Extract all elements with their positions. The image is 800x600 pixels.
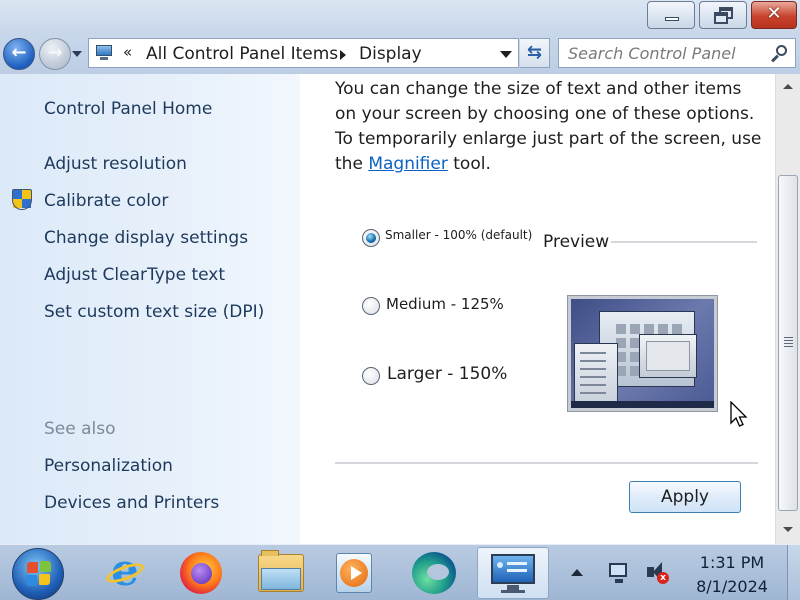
taskbar-edge[interactable] [400, 547, 470, 599]
breadcrumb-display[interactable]: Display [359, 44, 422, 64]
scroll-up-button[interactable] [776, 74, 800, 101]
left-navigation-pane: Control Panel Home Adjust resolution Cal… [0, 74, 300, 544]
vertical-scrollbar[interactable] [775, 74, 800, 544]
preview-taskbar [571, 401, 714, 408]
network-icon[interactable] [609, 563, 633, 585]
media-player-icon [336, 553, 372, 593]
radio-smaller[interactable] [362, 229, 380, 247]
start-button[interactable] [12, 548, 64, 600]
restore-icon-front [714, 12, 728, 24]
restore-button[interactable] [699, 1, 747, 29]
internet-explorer-icon: e [103, 545, 147, 596]
change-display-settings-link[interactable]: Change display settings [44, 228, 248, 248]
folder-icon [258, 550, 304, 592]
display-content-pane: You can change the size of text and othe… [300, 74, 775, 544]
apply-button[interactable]: Apply [629, 481, 741, 513]
intro-paragraph: You can change the size of text and othe… [335, 77, 765, 177]
taskbar-internet-explorer[interactable]: e [90, 545, 160, 599]
clock-date[interactable]: 8/1/2024 [690, 577, 774, 596]
close-icon: ✕ [766, 3, 782, 24]
control-panel-icon [94, 44, 114, 62]
address-overflow-chevron[interactable]: « [123, 43, 132, 61]
see-also-heading: See also [44, 419, 116, 439]
back-arrow-icon: ← [11, 42, 27, 63]
show-hidden-icons-icon[interactable] [571, 569, 583, 576]
show-desktop-button[interactable] [787, 545, 800, 600]
taskbar-firefox[interactable] [167, 547, 237, 599]
preview-window-front [639, 334, 697, 378]
back-button[interactable]: ← [3, 38, 35, 70]
radio-larger[interactable] [362, 367, 380, 385]
display-settings-icon [491, 554, 535, 594]
taskbar: e x 1:31 PM 8/1/2024 [0, 544, 800, 600]
adjust-resolution-link[interactable]: Adjust resolution [44, 154, 187, 174]
firefox-icon [180, 552, 222, 594]
intro-text-end: tool. [447, 154, 491, 174]
adjust-cleartype-link[interactable]: Adjust ClearType text [44, 265, 225, 285]
calibrate-color-link[interactable]: Calibrate color [44, 191, 168, 211]
taskbar-display-control-panel[interactable] [477, 547, 549, 599]
search-input[interactable] [559, 39, 764, 67]
breadcrumb-all-control-panel-items[interactable]: All Control Panel Items [146, 44, 338, 64]
preview-desktop [571, 299, 714, 408]
radio-medium[interactable] [362, 297, 380, 315]
devices-and-printers-link[interactable]: Devices and Printers [44, 493, 219, 513]
control-panel-home-link[interactable]: Control Panel Home [44, 99, 212, 119]
forward-arrow-icon: → [47, 42, 63, 63]
clock-time[interactable]: 1:31 PM [690, 553, 774, 572]
volume-muted-icon[interactable]: x [645, 562, 671, 586]
preview-window-side [574, 343, 618, 403]
breadcrumb-separator-icon[interactable] [340, 50, 346, 60]
refresh-button[interactable]: ⇆ [520, 38, 550, 68]
search-icon[interactable] [771, 45, 789, 63]
address-bar[interactable]: « All Control Panel Items Display [88, 38, 519, 68]
option-label-smaller[interactable]: Smaller - 100% (default) [385, 228, 532, 242]
uac-shield-icon [11, 188, 33, 212]
edge-icon [412, 552, 456, 594]
recent-pages-dropdown[interactable] [72, 51, 82, 57]
search-box[interactable] [558, 38, 796, 68]
custom-text-size-link[interactable]: Set custom text size (DPI) [44, 302, 264, 322]
refresh-icon: ⇆ [526, 42, 543, 63]
scroll-up-icon [783, 84, 793, 89]
preview-heading: Preview [543, 232, 610, 252]
navigation-bar: ← → « All Control Panel Items Display ⇆ [0, 34, 800, 74]
personalization-link[interactable]: Personalization [44, 456, 173, 476]
windows-logo-icon [27, 562, 38, 573]
title-bar: ✕ [0, 0, 800, 34]
mouse-cursor-icon [730, 401, 748, 427]
close-button[interactable]: ✕ [751, 1, 797, 29]
scroll-down-button[interactable] [776, 517, 800, 544]
forward-button[interactable]: → [39, 38, 71, 70]
address-dropdown-icon[interactable] [500, 51, 512, 58]
scroll-thumb[interactable] [778, 175, 798, 511]
minimize-icon [665, 17, 679, 21]
taskbar-windows-explorer[interactable] [247, 547, 317, 599]
minimize-button[interactable] [647, 1, 695, 29]
scroll-down-icon [783, 527, 793, 532]
content-divider [335, 462, 758, 464]
preview-image [567, 295, 718, 412]
taskbar-media-player[interactable] [318, 547, 388, 599]
option-label-medium[interactable]: Medium - 125% [386, 295, 504, 313]
option-label-larger[interactable]: Larger - 150% [387, 364, 507, 384]
preview-divider [611, 241, 757, 243]
magnifier-link[interactable]: Magnifier [368, 154, 448, 174]
